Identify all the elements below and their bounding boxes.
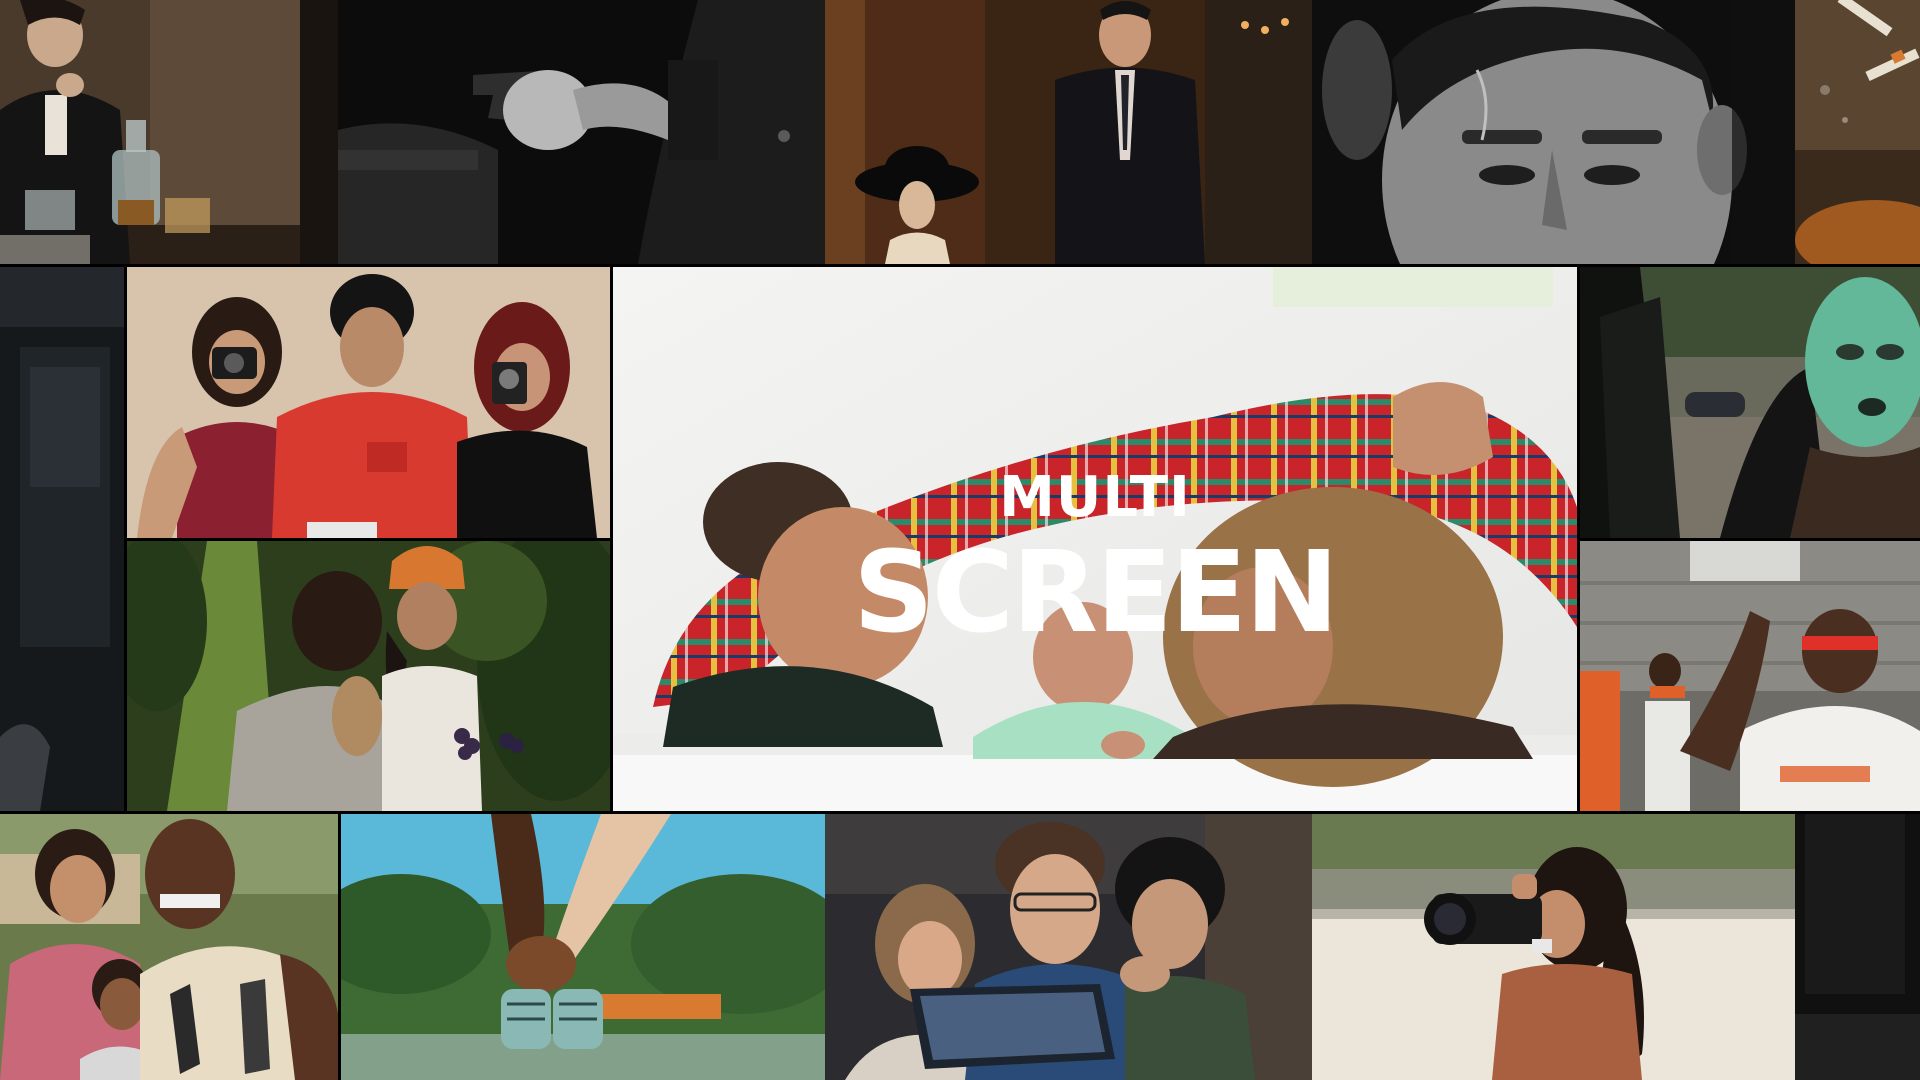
women-grapes-tile: [127, 541, 610, 811]
suited-couple-hat-tile: [825, 0, 1312, 264]
dark-edge-right-tile: [1795, 814, 1920, 1080]
family-blanket-feature-tile: [613, 267, 1577, 811]
family-tablet-tile: [825, 814, 1312, 1080]
green-ski-mask-tile: [1580, 267, 1920, 538]
dark-interior-left-tile: [0, 267, 124, 811]
multiscreen-collage: MULTI SCREEN: [0, 0, 1920, 1080]
ashtray-cigarettes-tile: [1795, 0, 1920, 264]
bw-man-smoking-tile: [0, 0, 338, 264]
hands-baby-shoes-tile: [341, 814, 825, 1080]
three-people-cameras-tile: [127, 267, 610, 538]
family-selfie-tile: [0, 814, 338, 1080]
street-crowd-orange-tile: [1580, 541, 1920, 811]
woman-photographer-tile: [1312, 814, 1795, 1080]
noir-revolver-hand-tile: [338, 0, 825, 264]
bw-scarred-face-tile: [1312, 0, 1795, 264]
